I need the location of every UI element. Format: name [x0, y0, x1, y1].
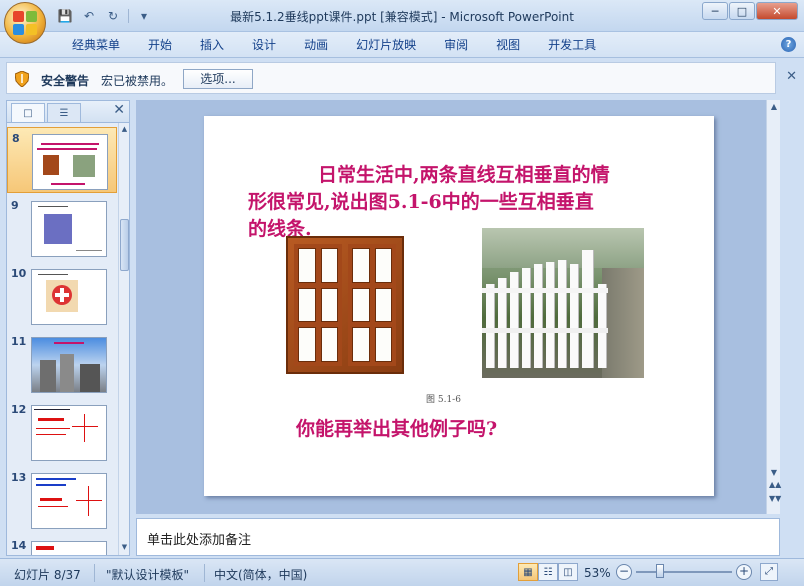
- thumbnail-number: 10: [11, 267, 27, 280]
- slide-question: 你能再举出其他例子吗?: [296, 418, 498, 440]
- shield-icon: [15, 71, 29, 87]
- scroll-down-icon[interactable]: ▼: [120, 543, 129, 553]
- close-button[interactable]: ✕: [756, 2, 798, 20]
- tab-insert[interactable]: 插入: [186, 36, 238, 54]
- zoom-out-button[interactable]: −: [616, 564, 632, 580]
- next-slide-icon[interactable]: ▼▼: [769, 494, 781, 503]
- thumbnail-number: 8: [12, 132, 20, 145]
- ribbon-tabs: 经典菜单 开始 插入 设计 动画 幻灯片放映 审阅 视图 开发工具: [58, 36, 610, 54]
- thumbnail-image: [31, 337, 107, 393]
- thumbnail-number: 14: [11, 539, 27, 552]
- thumbnail-slide-8[interactable]: 8: [7, 127, 117, 193]
- thumbnail-slide-13[interactable]: 13: [7, 467, 117, 533]
- scrollbar-thumb[interactable]: [120, 219, 129, 271]
- fence-photo: [482, 228, 644, 378]
- status-divider: [94, 564, 95, 582]
- ribbon-tab-bar: 经典菜单 开始 插入 设计 动画 幻灯片放映 审阅 视图 开发工具 ?: [0, 32, 804, 58]
- notes-pane[interactable]: 单击此处添加备注: [136, 518, 780, 556]
- thumbnail-image: [31, 473, 107, 529]
- zoom-slider-thumb[interactable]: [656, 564, 664, 578]
- thumbnail-number: 12: [11, 403, 27, 416]
- slide-counter: 幻灯片 8/37: [14, 568, 81, 582]
- window-left-panes: [294, 244, 342, 366]
- language-indicator[interactable]: 中文(简体，中国): [214, 566, 307, 583]
- slide-text-line-1: 日常生活中,两条直线互相垂直的情: [318, 164, 610, 186]
- window-right-panes: [348, 244, 396, 366]
- thumbnail-slide-14[interactable]: 14: [7, 535, 117, 555]
- window-controls: ─ □ ✕: [702, 2, 798, 20]
- tab-animations[interactable]: 动画: [290, 36, 342, 54]
- pane-close-icon[interactable]: ✕: [113, 102, 125, 118]
- thumbnail-list: 8 9 10 11 12 13 14: [7, 123, 117, 555]
- slides-tab-icon[interactable]: □: [11, 103, 45, 122]
- thumbnail-number: 9: [11, 199, 19, 212]
- scroll-up-icon[interactable]: ▲: [120, 125, 129, 135]
- figure-caption: 图 5.1-6: [426, 395, 461, 405]
- thumbnail-slide-9[interactable]: 9: [7, 195, 117, 261]
- title-bar: 💾 ↶ ↻ ▾ 最新5.1.2垂线ppt课件.ppt [兼容模式] - Micr…: [0, 0, 804, 32]
- tab-view[interactable]: 视图: [482, 36, 534, 54]
- maximize-button[interactable]: □: [729, 2, 755, 20]
- tab-slideshow[interactable]: 幻灯片放映: [342, 36, 430, 54]
- status-bar: 幻灯片 8/37 "默认设计模板" 中文(简体，中国) ▦ ☷ ◫ 53% − …: [0, 558, 804, 586]
- security-message: 宏已被禁用。: [101, 74, 174, 88]
- options-button[interactable]: 选项...: [183, 69, 253, 89]
- office-button[interactable]: [4, 2, 46, 44]
- pane-tabs: □ ☰ ✕: [7, 101, 129, 123]
- thumbnail-image: [32, 134, 108, 190]
- slide-thumbnail-pane: □ ☰ ✕ 8 9 10 11 12 13 14 ▲ ▼: [6, 100, 130, 556]
- slide-text-line-2: 形很常见,说出图5.1-6中的一些互相垂直: [248, 191, 594, 213]
- tab-developer[interactable]: 开发工具: [534, 36, 610, 54]
- thumbnail-number: 13: [11, 471, 27, 484]
- thumbnail-image: [31, 405, 107, 461]
- thumbnail-scrollbar[interactable]: ▲ ▼: [118, 123, 129, 555]
- template-name: "默认设计模板": [106, 568, 190, 582]
- zoom-slider[interactable]: [636, 571, 732, 573]
- thumbnail-slide-12[interactable]: 12: [7, 399, 117, 465]
- outline-tab-icon[interactable]: ☰: [47, 103, 81, 122]
- slide-canvas[interactable]: 日常生活中,两条直线互相垂直的情 形很常见,说出图5.1-6中的一些互相垂直 的…: [204, 116, 714, 496]
- security-warning-bar: 安全警告 宏已被禁用。 选项... ✕: [6, 62, 797, 94]
- zoom-level[interactable]: 53%: [584, 566, 611, 580]
- thumbnail-slide-11[interactable]: 11: [7, 331, 117, 397]
- sorter-view-icon[interactable]: ☷: [538, 563, 558, 581]
- scroll-down-icon[interactable]: ▼: [769, 468, 779, 477]
- thumbnail-slide-10[interactable]: 10: [7, 263, 117, 329]
- status-divider: [204, 564, 205, 582]
- normal-view-icon[interactable]: ▦: [518, 563, 538, 581]
- slide-edit-area: 日常生活中,两条直线互相垂直的情 形很常见,说出图5.1-6中的一些互相垂直 的…: [136, 100, 781, 514]
- previous-slide-icon[interactable]: ▲▲: [769, 480, 781, 489]
- window-photo: [286, 236, 404, 374]
- help-icon[interactable]: ?: [781, 37, 796, 52]
- fit-to-window-icon[interactable]: ⤢: [760, 563, 778, 581]
- office-logo-icon: [13, 11, 37, 35]
- scroll-up-icon[interactable]: ▲: [769, 102, 779, 111]
- tab-classic-menu[interactable]: 经典菜单: [58, 36, 134, 54]
- thumbnail-image: [31, 201, 107, 257]
- minimize-button[interactable]: ─: [702, 2, 728, 20]
- zoom-in-button[interactable]: +: [736, 564, 752, 580]
- notes-placeholder: 单击此处添加备注: [147, 533, 252, 548]
- tab-home[interactable]: 开始: [134, 36, 186, 54]
- security-title: 安全警告: [41, 74, 90, 88]
- slideshow-view-icon[interactable]: ◫: [558, 563, 578, 581]
- thumbnail-image: [31, 541, 107, 555]
- thumbnail-image: [31, 269, 107, 325]
- tab-review[interactable]: 审阅: [430, 36, 482, 54]
- slide-scrollbar[interactable]: ▲ ▼ ▲▲ ▼▼: [766, 100, 781, 514]
- security-close-icon[interactable]: ✕: [786, 69, 797, 84]
- window-title: 最新5.1.2垂线ppt课件.ppt [兼容模式] - Microsoft Po…: [230, 10, 574, 24]
- tab-design[interactable]: 设计: [238, 36, 290, 54]
- thumbnail-number: 11: [11, 335, 27, 348]
